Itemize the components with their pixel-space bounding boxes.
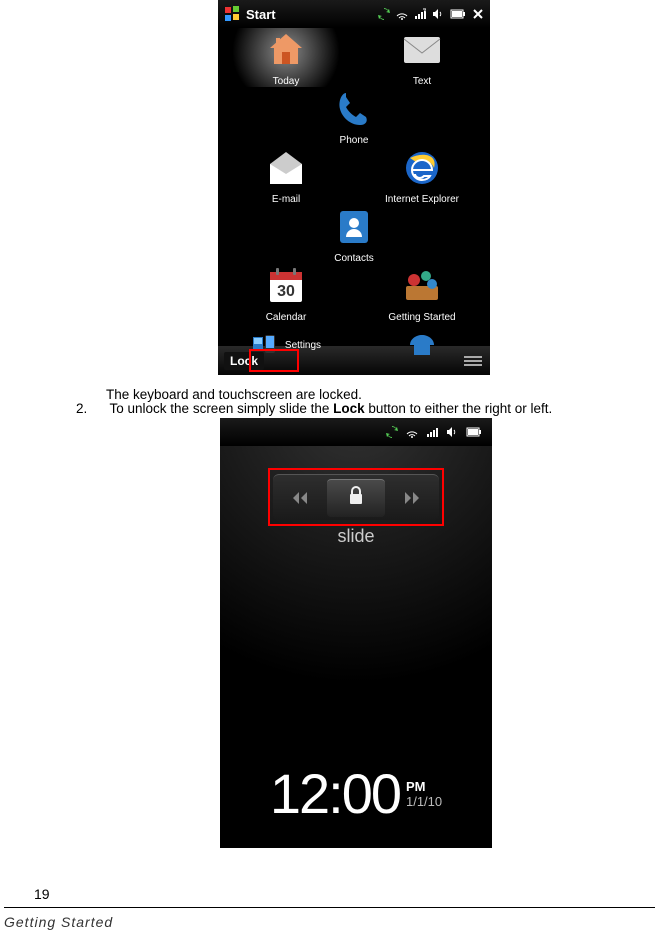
app-calendar: 30 Calendar: [218, 264, 354, 323]
battery-icon: [466, 427, 482, 437]
signal-icon: [414, 8, 426, 20]
envelope-open-icon: [264, 146, 308, 190]
volume-icon: [432, 8, 444, 20]
app-label: Settings: [285, 340, 321, 351]
start-label: Start: [246, 7, 276, 22]
app-label: Contacts: [334, 253, 373, 264]
step-text-bold: Lock: [333, 401, 365, 416]
envelope-icon: [400, 28, 444, 72]
sync-icon: [386, 426, 398, 438]
app-contacts: Contacts: [218, 205, 490, 264]
app-text: Text: [354, 28, 490, 87]
getting-started-icon: [400, 264, 444, 308]
app-label: Getting Started: [388, 312, 455, 323]
clock-time: 12:00: [270, 761, 400, 826]
app-label: Phone: [340, 135, 369, 146]
arrow-right-icon: [393, 491, 419, 505]
app-marketplace: [354, 323, 490, 367]
caption-locked-text: The keyboard and touchscreen are locked.: [106, 387, 362, 402]
step-number: 2.: [76, 401, 106, 416]
app-getting-started: Getting Started: [354, 264, 490, 323]
contacts-icon: [332, 205, 376, 249]
step-text-b: button to either the right or left.: [365, 401, 553, 416]
page-number: 19: [34, 886, 50, 902]
app-today: Today: [218, 28, 354, 87]
app-phone: Phone: [218, 87, 490, 146]
volume-icon: [446, 426, 458, 438]
wifi-icon: [406, 426, 418, 438]
app-label: Internet Explorer: [385, 194, 459, 205]
footer-separator: [4, 907, 655, 908]
app-internet-explorer: Internet Explorer: [354, 146, 490, 205]
step-text-a: To unlock the screen simply slide the: [110, 401, 334, 416]
step-2-text: 2. To unlock the screen simply slide the…: [76, 401, 552, 416]
svg-text:30: 30: [277, 283, 295, 300]
status-bar: Start: [218, 0, 490, 28]
lock-icon: [348, 486, 364, 511]
ie-icon: [400, 146, 444, 190]
phone-start-screenshot: Start Today Text: [218, 0, 490, 375]
app-label: E-mail: [272, 194, 300, 205]
home-icon: [264, 28, 308, 72]
slide-label: slide: [273, 526, 439, 547]
phone-icon: [332, 87, 376, 131]
wifi-icon: [396, 8, 408, 20]
arrow-left-icon: [293, 491, 319, 505]
slider-knob: [327, 479, 385, 517]
signal-icon: [426, 426, 438, 438]
marketplace-icon: [400, 323, 444, 367]
footer-title: Getting Started: [4, 914, 113, 930]
phone-lock-screenshot: slide 12:00 PM 1/1/10: [220, 418, 492, 848]
unlock-slider: [273, 474, 439, 520]
close-icon: [472, 8, 484, 20]
calendar-icon: 30: [264, 264, 308, 308]
lock-clock: 12:00 PM 1/1/10: [220, 761, 492, 826]
app-settings: Settings: [218, 323, 354, 367]
start-app-grid: Today Text Phone E-mail: [218, 28, 490, 346]
app-label: Text: [413, 76, 431, 87]
sync-icon: [378, 8, 390, 20]
windows-icon: [224, 5, 242, 23]
settings-icon: [251, 333, 277, 358]
clock-ampm: PM: [406, 779, 442, 794]
battery-icon: [450, 9, 466, 19]
clock-date: 1/1/10: [406, 794, 442, 809]
app-label: Today: [273, 76, 300, 87]
status-bar: [220, 418, 492, 446]
app-email: E-mail: [218, 146, 354, 205]
app-label: Calendar: [266, 312, 307, 323]
